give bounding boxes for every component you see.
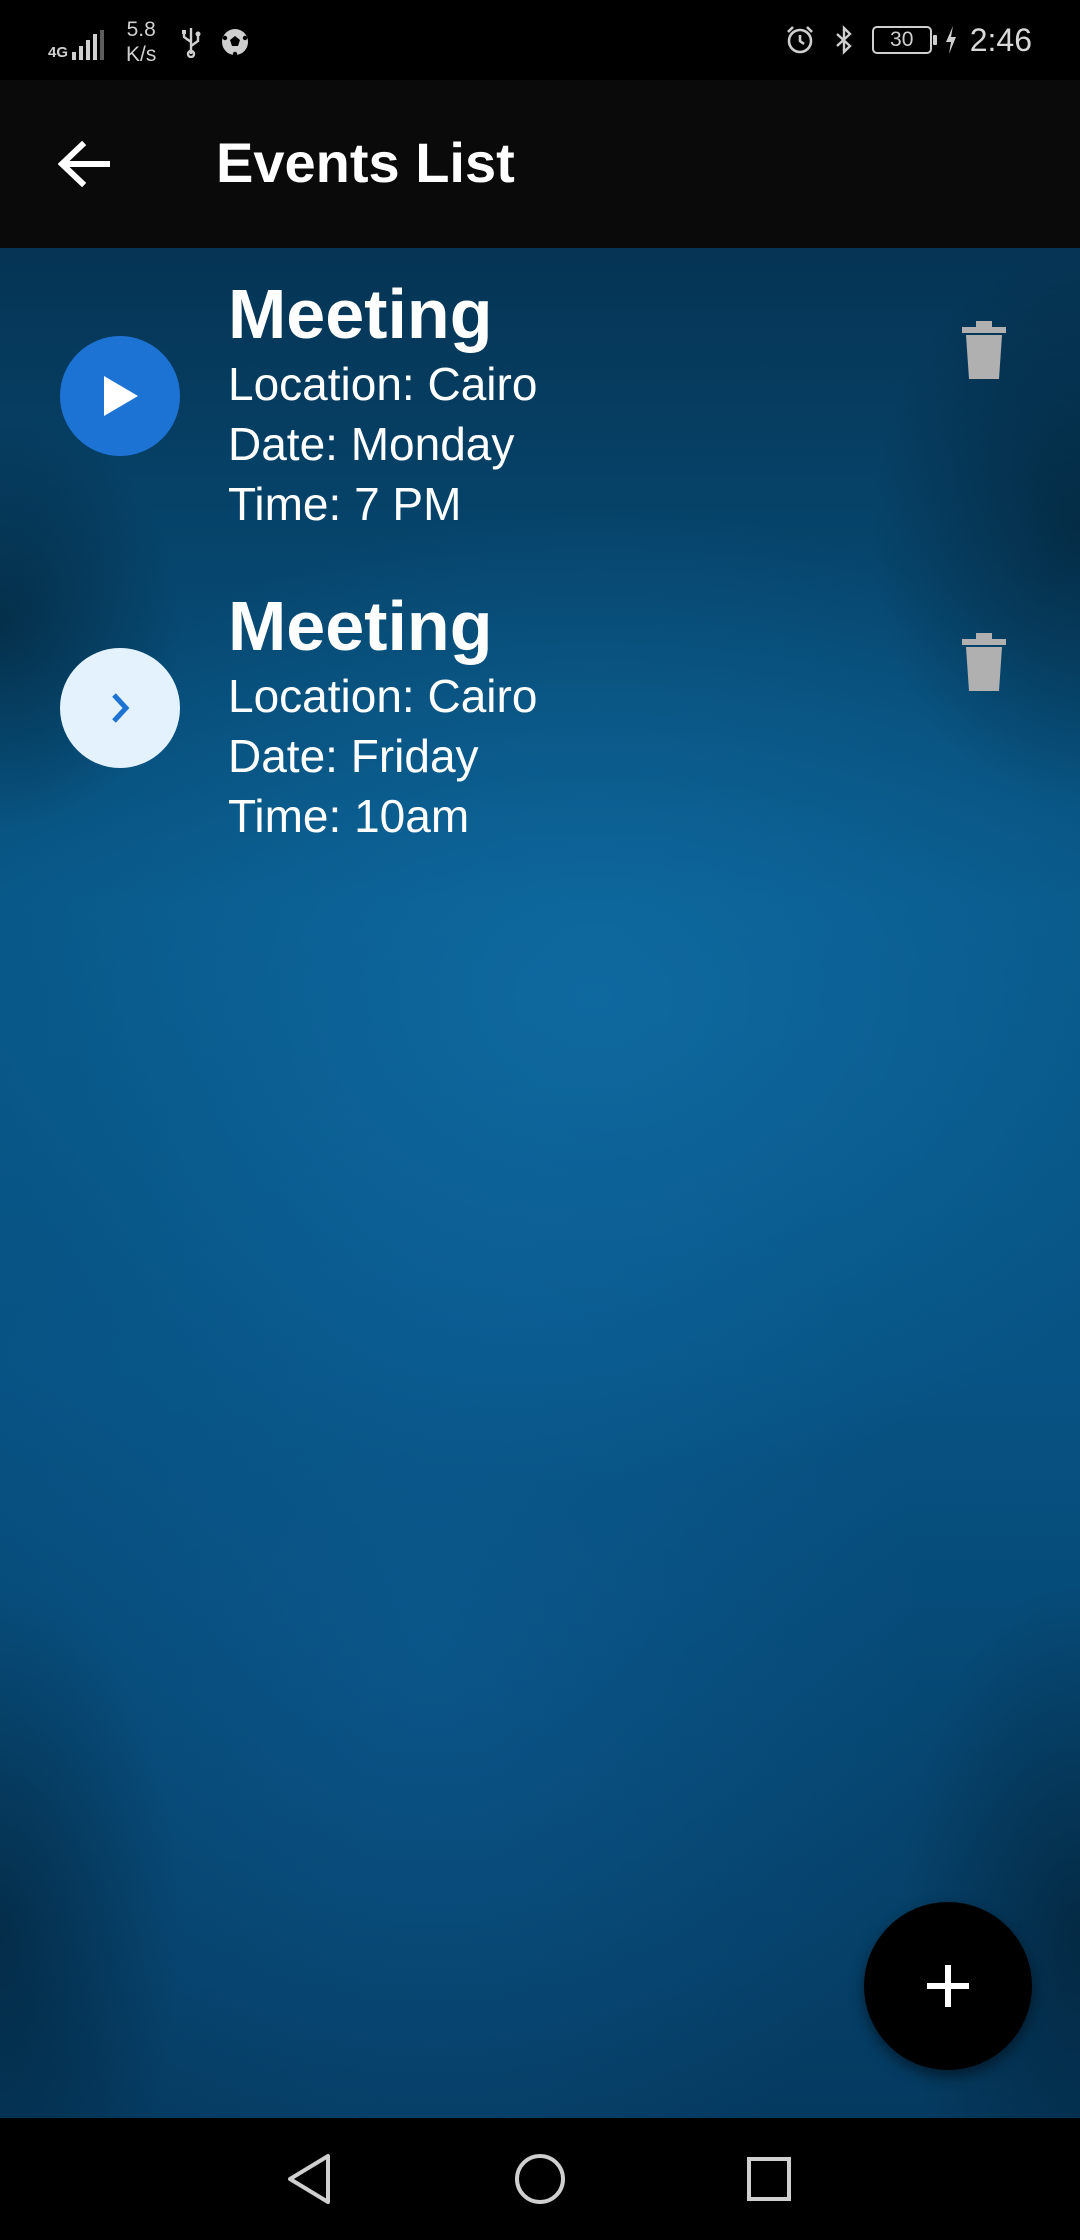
app-bar: Events List — [0, 80, 1080, 248]
alarm-icon — [786, 26, 813, 54]
event-time: Time: 7 PM — [228, 478, 462, 530]
list-item[interactable]: Meeting Location: Cairo Date: Friday Tim… — [0, 586, 1080, 886]
back-triangle-icon — [288, 2154, 330, 2204]
charging-icon — [945, 26, 956, 54]
arrow-left-icon — [58, 141, 110, 187]
back-button[interactable] — [48, 136, 120, 192]
screen: 4G 5.8 K/s 30 2:46 Events List Meeting L… — [0, 0, 1080, 2240]
trash-icon — [962, 321, 1006, 379]
recents-square-icon — [747, 2157, 791, 2201]
usb-icon — [182, 28, 201, 58]
system-nav-bar — [0, 2118, 1080, 2240]
event-details: Meeting Location: Cairo Date: Monday Tim… — [228, 274, 537, 534]
network-speed: 5.8 K/s — [126, 17, 156, 67]
list-item[interactable]: Meeting Location: Cairo Date: Monday Tim… — [0, 274, 1080, 574]
event-location: Location: Cairo — [228, 670, 538, 722]
home-circle-icon — [515, 2154, 565, 2204]
nav-recents-button[interactable] — [738, 2148, 800, 2210]
nav-home-button[interactable] — [509, 2148, 571, 2210]
plus-icon — [927, 1965, 969, 2007]
battery-icon: 30 — [871, 26, 937, 54]
clock: 2:46 — [969, 21, 1032, 58]
nav-back-button[interactable] — [278, 2148, 340, 2210]
speed-unit: K/s — [126, 43, 157, 66]
signal-icon: 4G — [48, 24, 105, 61]
network-type: 4G — [48, 44, 69, 61]
trash-icon — [962, 633, 1006, 691]
event-open-button[interactable] — [60, 648, 180, 768]
event-date: Date: Monday — [228, 418, 515, 470]
event-location: Location: Cairo — [228, 358, 538, 410]
status-right: 30 2:46 — [784, 12, 1032, 68]
event-title: Meeting — [228, 275, 493, 353]
battery-level: 30 — [890, 28, 914, 51]
soccer-ball-icon — [222, 29, 249, 57]
event-date: Date: Friday — [228, 730, 479, 782]
signal-bars — [72, 30, 105, 60]
events-list: Meeting Location: Cairo Date: Monday Tim… — [0, 248, 1080, 2118]
status-left: 4G 5.8 K/s — [48, 12, 250, 72]
play-icon — [104, 376, 138, 416]
event-details: Meeting Location: Cairo Date: Friday Tim… — [228, 586, 537, 846]
speed-value: 5.8 — [126, 18, 156, 41]
add-event-button[interactable] — [864, 1902, 1032, 2070]
status-bar: 4G 5.8 K/s 30 2:46 — [0, 0, 1080, 80]
chevron-right-icon — [112, 693, 130, 723]
event-title: Meeting — [228, 587, 493, 665]
page-title: Events List — [216, 131, 515, 194]
event-time: Time: 10am — [228, 790, 470, 842]
bluetooth-icon — [835, 25, 852, 55]
event-play-button[interactable] — [60, 336, 180, 456]
delete-button[interactable] — [956, 628, 1012, 696]
delete-button[interactable] — [956, 316, 1012, 384]
